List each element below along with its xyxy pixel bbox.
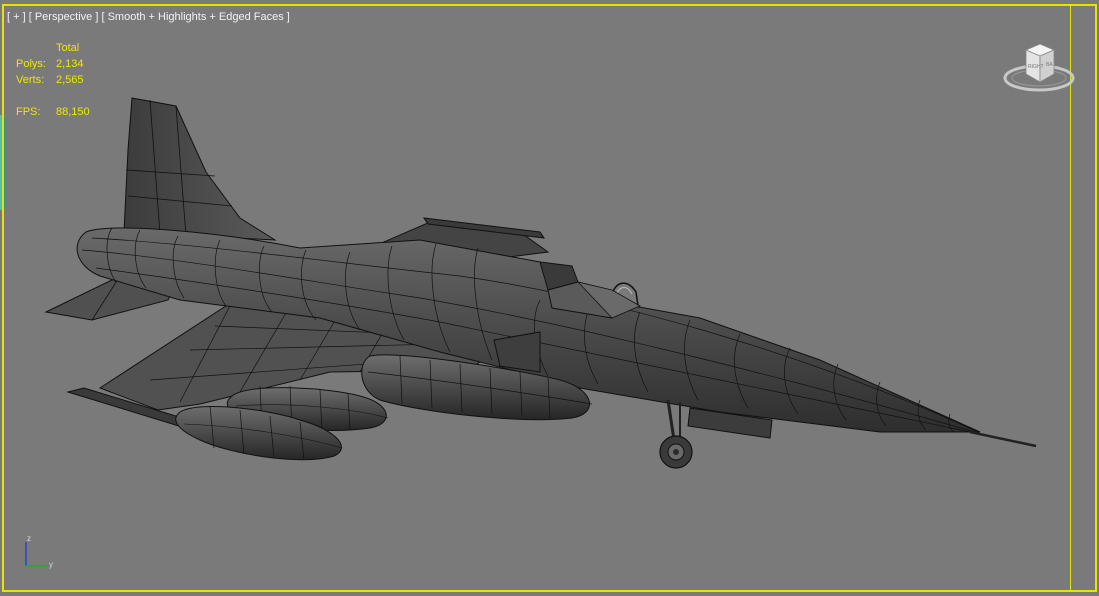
viewport-general-menu[interactable]: [ + ] (7, 11, 26, 23)
axis-z-label: z (27, 534, 31, 543)
polys-value: 2,134 (56, 58, 84, 70)
polys-label: Polys: (16, 58, 46, 70)
axis-tripod-icon: z y (18, 530, 58, 574)
tail-fin (123, 97, 277, 241)
stats-labels: Polys: Verts: (16, 56, 46, 88)
stats-total-header: Total (56, 42, 80, 54)
viewport-view-menu[interactable]: [ Perspective ] (29, 11, 99, 23)
viewcube-icon[interactable]: RIGHT BA (1002, 38, 1076, 96)
viewport-shading-menu[interactable]: [ Smooth + Highlights + Edged Faces ] (101, 11, 289, 23)
nose-landing-gear (659, 399, 693, 469)
viewcube-right-face[interactable]: RIGHT (1028, 64, 1044, 70)
stats-values: 2,134 2,565 (56, 56, 84, 88)
fps-value: 88,150 (56, 106, 90, 118)
fps-label: FPS: (16, 106, 41, 118)
left-panel-tab[interactable] (0, 115, 5, 210)
axis-y-label: y (49, 560, 53, 569)
viewcube-back-face[interactable]: BA (1046, 62, 1053, 68)
perspective-viewport[interactable]: [ + ] [ Perspective ] [ Smooth + Highlig… (0, 0, 1099, 596)
pitot-probe (969, 430, 1037, 448)
verts-label: Verts: (16, 74, 45, 86)
jet-model[interactable] (0, 0, 1099, 596)
viewport-label-menu: [ + ] [ Perspective ] [ Smooth + Highlig… (7, 11, 290, 23)
verts-value: 2,565 (56, 74, 84, 86)
